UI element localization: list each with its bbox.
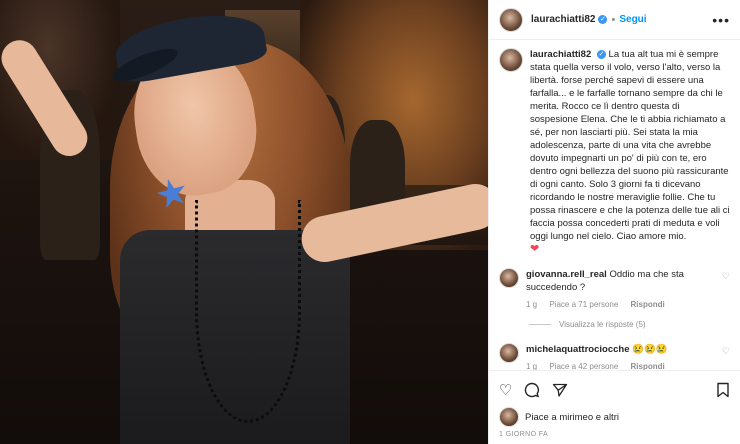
commenter-username[interactable]: giovanna.rell_real bbox=[526, 269, 607, 280]
liker-avatar[interactable] bbox=[499, 407, 519, 427]
comment-item: michelaquattrociocche 😢😢😢 1 g Piace a 42… bbox=[499, 343, 730, 370]
commenter-avatar[interactable] bbox=[499, 268, 519, 288]
post-side-panel: laurachiatti82 ✓ • Segui ••• laurachiatt… bbox=[488, 0, 740, 444]
caption-text-block: laurachiatti82 ✓ La tua alt tua mi è sem… bbox=[530, 48, 730, 256]
post-photo[interactable]: ★ bbox=[0, 0, 488, 444]
comment-like-icon[interactable]: ♡ bbox=[722, 270, 730, 283]
photo-necklace bbox=[195, 200, 301, 423]
more-options-icon[interactable]: ••• bbox=[712, 12, 730, 28]
comments-section[interactable]: laurachiatti82 ✓ La tua alt tua mi è sem… bbox=[489, 40, 740, 370]
comment-item: giovanna.rell_real Oddio ma che sta succ… bbox=[499, 268, 730, 311]
caption-avatar[interactable] bbox=[499, 48, 523, 72]
follow-button[interactable]: Segui bbox=[619, 14, 646, 25]
heart-emoji: ❤ bbox=[530, 243, 540, 255]
reply-button[interactable]: Rispondi bbox=[631, 362, 665, 370]
comment-likes[interactable]: Piace a 71 persone bbox=[549, 300, 618, 309]
post-header: laurachiatti82 ✓ • Segui ••• bbox=[489, 0, 740, 40]
like-icon[interactable]: ♡ bbox=[499, 381, 512, 399]
commenter-avatar[interactable] bbox=[499, 343, 519, 363]
caption-text: La tua alt tua mi è sempre stata quella … bbox=[530, 49, 730, 242]
separator-dot: • bbox=[611, 13, 616, 26]
caption: laurachiatti82 ✓ La tua alt tua mi è sem… bbox=[499, 48, 730, 256]
comment-body: giovanna.rell_real Oddio ma che sta succ… bbox=[526, 268, 715, 311]
action-bar: ♡ bbox=[489, 370, 740, 407]
caption-username[interactable]: laurachiatti82 bbox=[530, 49, 591, 60]
instagram-post: ★ laurachiatti82 ✓ • Segui ••• laurachia… bbox=[0, 0, 740, 444]
verified-icon: ✓ bbox=[598, 15, 608, 24]
bookmark-icon[interactable] bbox=[716, 382, 730, 398]
comment-text: 😢😢😢 bbox=[632, 344, 668, 355]
replies-divider bbox=[529, 324, 551, 325]
likes-text[interactable]: Piace a mirimeo e altri bbox=[525, 412, 619, 423]
post-date[interactable]: 1 GIORNO FA bbox=[489, 427, 740, 444]
share-icon[interactable] bbox=[552, 382, 568, 398]
likes-summary[interactable]: Piace a mirimeo e altri bbox=[489, 407, 740, 427]
reply-button[interactable]: Rispondi bbox=[631, 300, 665, 309]
commenter-username[interactable]: michelaquattrociocche bbox=[526, 344, 629, 355]
comment-like-icon[interactable]: ♡ bbox=[722, 345, 730, 358]
view-replies-button[interactable]: Visualizza le risposte (5) bbox=[529, 318, 730, 331]
comment-icon[interactable] bbox=[524, 382, 540, 398]
comment-meta: 1 g Piace a 71 persone Rispondi bbox=[526, 298, 715, 311]
comment-likes[interactable]: Piace a 42 persone bbox=[549, 362, 618, 370]
view-replies-label[interactable]: Visualizza le risposte (5) bbox=[559, 318, 646, 331]
verified-icon: ✓ bbox=[596, 49, 606, 59]
author-avatar[interactable] bbox=[499, 7, 523, 32]
comment-body: michelaquattrociocche 😢😢😢 1 g Piace a 42… bbox=[526, 343, 715, 370]
author-username[interactable]: laurachiatti82 bbox=[531, 14, 595, 25]
comment-time[interactable]: 1 g bbox=[526, 362, 537, 370]
comment-meta: 1 g Piace a 42 persone Rispondi bbox=[526, 360, 715, 370]
comment-time[interactable]: 1 g bbox=[526, 300, 537, 309]
